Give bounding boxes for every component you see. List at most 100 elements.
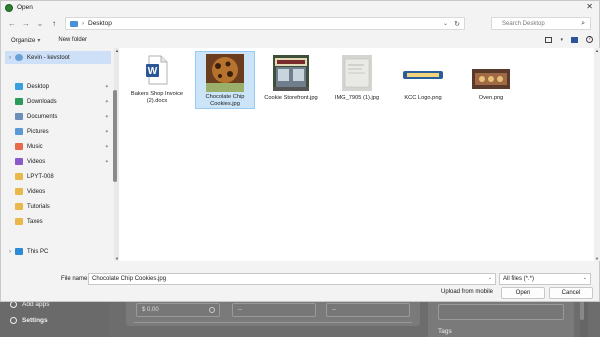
dash-field-1[interactable]: -- <box>232 303 316 317</box>
sidebar-item-downloads[interactable]: Downloads ✦ <box>5 95 111 108</box>
amount-value: $ 0.00 <box>142 307 159 313</box>
view-dropdown-icon[interactable]: ▾ <box>560 37 563 43</box>
file-name: Bakers Shop Invoice (2).docx <box>130 91 184 104</box>
upload-from-mobile-link[interactable]: Upload from mobile <box>441 289 493 295</box>
file-type-select[interactable]: All files (*.*) ⌄ <box>499 273 591 285</box>
file-item[interactable]: Cookie Storefront.jpg <box>261 51 321 109</box>
pictures-icon <box>15 128 23 135</box>
user-icon <box>15 54 23 61</box>
file-name: IMG_7905 (1).jpg <box>334 95 380 101</box>
downloads-icon <box>15 98 23 105</box>
file-item-selected[interactable]: Chocolate Chip Cookies.jpg <box>195 51 255 109</box>
navigation-scroll-thumb[interactable] <box>113 90 117 182</box>
view-mode-icon[interactable] <box>545 36 553 43</box>
recent-chevron-icon[interactable]: ⌄ <box>33 19 47 28</box>
sidebar-item-label: Music <box>27 143 43 150</box>
this-pc-icon <box>15 248 23 255</box>
sidebar-item-kevin[interactable]: › Kevin - kevstoot <box>5 51 111 64</box>
organize-button[interactable]: Organize ▾ <box>11 37 40 44</box>
organize-chevron-icon: ▾ <box>37 37 41 44</box>
refresh-icon[interactable]: ↻ <box>454 20 460 28</box>
file-name: Cookie Storefront.jpg <box>264 95 318 101</box>
scroll-down-icon[interactable]: ▼ <box>594 256 600 261</box>
search-icon: ⌕ <box>581 20 585 27</box>
file-name: Oven.png <box>478 95 504 101</box>
settings-icon <box>10 317 17 324</box>
settings-item[interactable]: Settings <box>10 317 48 324</box>
forward-arrow-icon[interactable]: → <box>19 19 33 28</box>
scroll-up-icon[interactable]: ▲ <box>594 48 600 53</box>
sidebar-item-desktop[interactable]: Desktop ✦ <box>5 80 111 93</box>
breadcrumb-desktop[interactable]: Desktop <box>88 20 112 27</box>
settings-label: Settings <box>22 317 48 324</box>
sidebar-item-label: Taxes <box>27 218 43 225</box>
sidebar-item-label: Desktop <box>27 83 50 90</box>
file-item[interactable]: KCC Logo.png <box>393 51 453 109</box>
sidebar-item-label: Pictures <box>27 128 49 135</box>
sidebar-item-tutorials[interactable]: Tutorials <box>5 200 111 213</box>
background-right-panel: Tags <box>428 300 574 337</box>
file-item[interactable]: Oven.png <box>461 51 521 109</box>
preview-pane-icon[interactable] <box>571 36 578 43</box>
sidebar-item-lpyt-008[interactable]: LPYT-008 <box>5 170 111 183</box>
add-apps-item[interactable]: Add apps <box>10 301 49 308</box>
dash-value-2: -- <box>332 307 336 313</box>
view-controls: ▾ ? <box>545 36 593 43</box>
folder-icon <box>15 203 23 210</box>
chevron-down-icon[interactable]: ⌄ <box>488 275 492 281</box>
sidebar-item-label: Documents <box>27 113 58 120</box>
sidebar-item-music[interactable]: Music ✦ <box>5 140 111 153</box>
open-button[interactable]: Open <box>501 287 545 299</box>
word-document-icon: W <box>146 55 168 85</box>
expand-chevron-icon[interactable]: › <box>5 249 15 255</box>
sidebar-item-this-pc[interactable]: › This PC <box>5 245 111 258</box>
command-bar: Organize ▾ New folder ▾ ? <box>1 33 599 47</box>
background-scroll-thumb[interactable] <box>580 300 584 320</box>
sidebar-item-label: Videos <box>27 188 46 195</box>
file-name: Chocolate Chip Cookies.jpg <box>205 94 245 107</box>
form-divider <box>134 322 412 328</box>
file-item[interactable]: IMG_7905 (1).jpg <box>327 51 387 109</box>
pin-icon: ✦ <box>104 128 109 135</box>
new-folder-button[interactable]: New folder <box>58 37 87 43</box>
add-apps-icon <box>10 301 17 308</box>
dash-field-2[interactable]: -- <box>326 303 410 317</box>
help-icon <box>209 307 215 313</box>
organize-label: Organize <box>11 37 36 44</box>
file-item[interactable]: W Bakers Shop Invoice (2).docx <box>127 51 187 109</box>
videos-icon <box>15 158 23 165</box>
search-input[interactable]: Search Desktop ⌕ <box>491 17 591 30</box>
close-icon[interactable]: ✕ <box>586 2 593 11</box>
sidebar-item-label: Tutorials <box>27 203 50 210</box>
right-panel-field[interactable] <box>438 304 564 320</box>
file-name-input[interactable]: Chocolate Chip Cookies.jpg ⌄ <box>88 273 496 285</box>
sidebar-item-videos-folder[interactable]: Videos <box>5 185 111 198</box>
folder-icon <box>70 20 78 27</box>
help-icon[interactable]: ? <box>586 36 593 43</box>
documents-icon <box>15 113 23 120</box>
file-name-label: File name: <box>61 276 90 282</box>
dash-value-1: -- <box>238 307 242 313</box>
add-apps-label: Add apps <box>22 301 50 308</box>
chevron-down-icon[interactable]: ⌄ <box>583 275 587 281</box>
background-scrollbar[interactable] <box>580 296 588 337</box>
sidebar-item-pictures[interactable]: Pictures ✦ <box>5 125 111 138</box>
dialog-titlebar: Open ✕ <box>1 1 599 14</box>
sidebar-item-documents[interactable]: Documents ✦ <box>5 110 111 123</box>
amount-field[interactable]: $ 0.00 <box>136 303 220 317</box>
sidebar-item-taxes[interactable]: Taxes <box>5 215 111 228</box>
svg-text:W: W <box>148 66 158 77</box>
sidebar-item-label: This PC <box>27 248 49 255</box>
file-list: W Bakers Shop Invoice (2).docx Chocolate… <box>119 48 594 261</box>
back-arrow-icon[interactable]: ← <box>5 19 19 28</box>
cancel-button[interactable]: Cancel <box>549 287 593 299</box>
breadcrumb-separator-icon[interactable]: › <box>82 21 84 27</box>
address-dropdown-icon[interactable]: ⌄ <box>443 20 448 27</box>
address-bar[interactable]: › Desktop ⌄ ↻ <box>65 17 465 30</box>
folder-icon <box>15 173 23 180</box>
expand-chevron-icon[interactable]: › <box>5 55 15 61</box>
file-type-value: All files (*.*) <box>503 276 535 282</box>
up-arrow-icon[interactable]: ↑ <box>47 19 61 28</box>
sidebar-item-videos[interactable]: Videos ✦ <box>5 155 111 168</box>
file-list-scrollbar[interactable]: ▲ ▼ <box>594 48 600 261</box>
